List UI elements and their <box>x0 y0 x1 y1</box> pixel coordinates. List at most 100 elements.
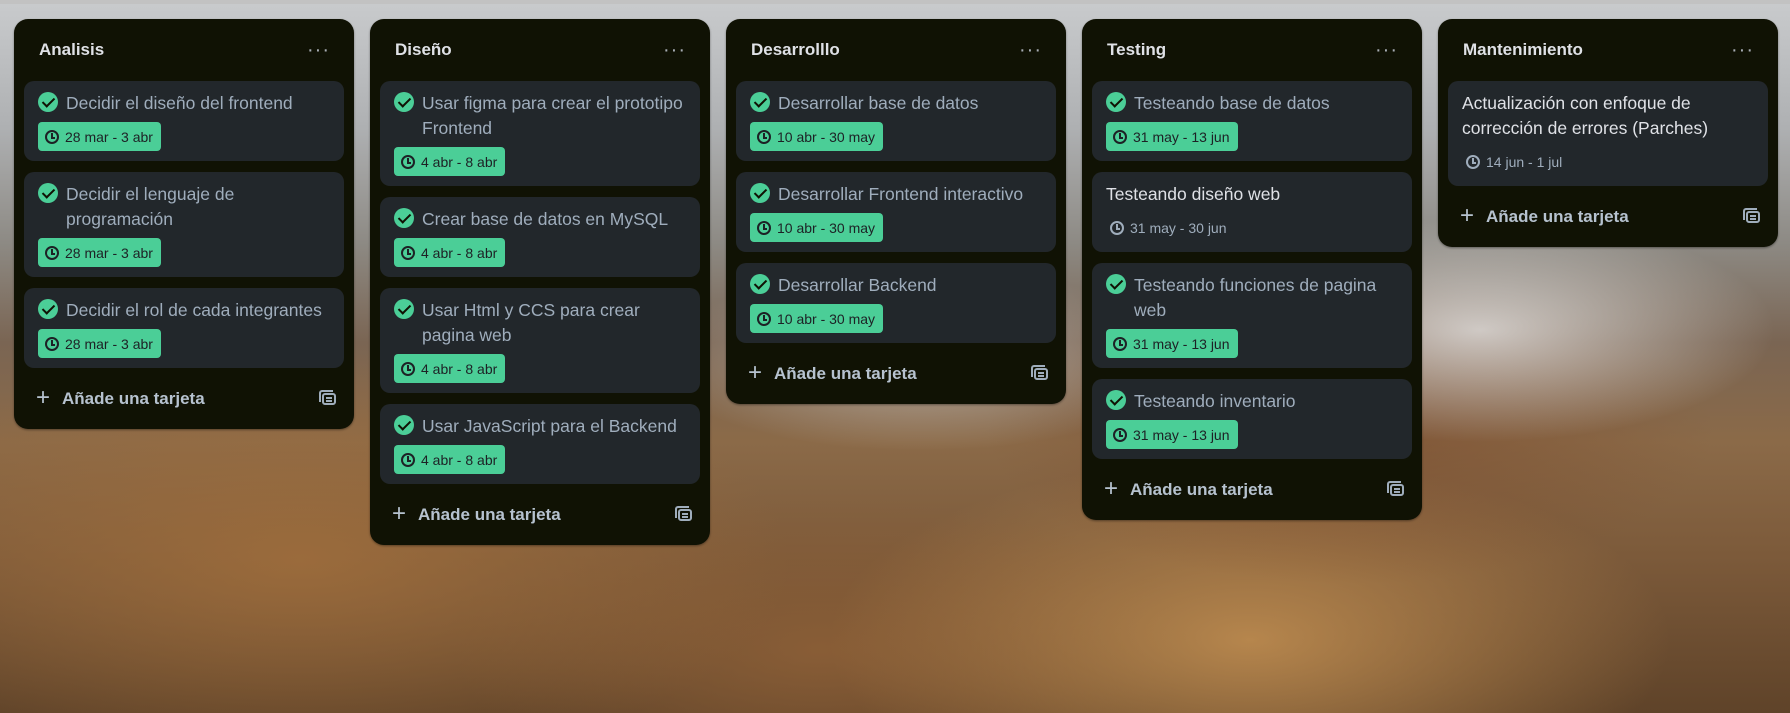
card-title-row: Testeando diseño web <box>1106 182 1398 207</box>
more-dots-icon[interactable]: ··· <box>303 38 334 62</box>
clock-icon <box>401 154 415 169</box>
card-title-row: Crear base de datos en MySQL <box>394 207 686 232</box>
due-date-badge[interactable]: 4 abr - 8 abr <box>394 147 506 176</box>
due-date-badge[interactable]: 10 abr - 30 may <box>750 304 884 333</box>
check-circle-icon[interactable] <box>38 92 58 112</box>
card[interactable]: Desarrollar Frontend interactivo 10 abr -… <box>736 172 1056 252</box>
list-title[interactable]: Analisis <box>39 40 104 60</box>
add-card-row: + Añade una tarjeta <box>380 495 700 535</box>
card-title-row: Desarrollar Backend <box>750 273 1042 298</box>
card[interactable]: Testeando inventario 31 may - 13 jun <box>1092 379 1412 459</box>
due-date-badge[interactable]: 28 mar - 3 abr <box>38 238 161 267</box>
card-title: Decidir el diseño del frontend <box>66 93 293 113</box>
card[interactable]: Usar figma para crear el prototipo Front… <box>380 81 700 186</box>
check-circle-icon[interactable] <box>1106 274 1126 294</box>
check-circle-icon[interactable] <box>750 183 770 203</box>
due-date-text: 10 abr - 30 may <box>777 219 876 236</box>
card-title-row: Decidir el lenguaje de programación <box>38 182 330 232</box>
plus-icon: + <box>1460 202 1475 229</box>
check-circle-icon[interactable] <box>38 299 58 319</box>
check-circle-icon[interactable] <box>1106 390 1126 410</box>
due-date-badge[interactable]: 10 abr - 30 may <box>750 213 884 242</box>
due-date-badge[interactable]: 28 mar - 3 abr <box>38 329 161 358</box>
card-template-icon[interactable] <box>675 506 692 521</box>
card[interactable]: Crear base de datos en MySQL 4 abr - 8 ab… <box>380 197 700 277</box>
list-column-desarrolllo: Desarrolllo ··· Desarrollar base de datos 1… <box>726 19 1066 404</box>
due-date-badge[interactable]: 10 abr - 30 may <box>750 122 884 151</box>
card-title-row: Actualización con enfoque de corrección … <box>1462 91 1754 141</box>
card[interactable]: Usar JavaScript para el Backend 4 abr - 8… <box>380 404 700 484</box>
card-title-row: Decidir el diseño del frontend <box>38 91 330 116</box>
card[interactable]: Testeando diseño web 31 may - 30 jun <box>1092 172 1412 252</box>
card-title-row: Desarrollar Frontend interactivo <box>750 182 1042 207</box>
add-card-button[interactable]: + Añade una tarjeta <box>748 361 917 385</box>
card-template-icon[interactable] <box>1743 208 1760 223</box>
add-card-button[interactable]: + Añade una tarjeta <box>392 502 561 526</box>
check-circle-icon[interactable] <box>38 183 58 203</box>
card[interactable]: Usar Html y CCS para crear pagina web 4 a… <box>380 288 700 393</box>
list-title[interactable]: Mantenimiento <box>1463 40 1583 60</box>
list-column-testing: Testing ··· Testeando base de datos 31 may … <box>1082 19 1422 520</box>
more-dots-icon[interactable]: ··· <box>659 38 690 62</box>
clock-icon <box>1113 427 1127 442</box>
due-date-text: 28 mar - 3 abr <box>65 244 153 261</box>
check-circle-icon[interactable] <box>1106 92 1126 112</box>
clock-icon <box>45 245 59 260</box>
add-card-row: + Añade una tarjeta <box>736 354 1056 394</box>
check-circle-icon[interactable] <box>750 274 770 294</box>
due-date-text: 4 abr - 8 abr <box>421 360 498 377</box>
card[interactable]: Decidir el rol de cada integrantes 28 mar… <box>24 288 344 368</box>
check-circle-icon[interactable] <box>394 299 414 319</box>
card[interactable]: Desarrollar base de datos 10 abr - 30 may <box>736 81 1056 161</box>
due-date-badge[interactable]: 4 abr - 8 abr <box>394 445 506 474</box>
card[interactable]: Desarrollar Backend 10 abr - 30 may <box>736 263 1056 343</box>
card[interactable]: Decidir el diseño del frontend 28 mar - 3… <box>24 81 344 161</box>
more-dots-icon[interactable]: ··· <box>1371 38 1402 62</box>
add-card-label: Añade una tarjeta <box>1486 207 1629 226</box>
more-dots-icon[interactable]: ··· <box>1015 38 1046 62</box>
add-card-button[interactable]: + Añade una tarjeta <box>1460 202 1629 229</box>
due-date-badge[interactable]: 28 mar - 3 abr <box>38 122 161 151</box>
due-date-badge[interactable]: 31 may - 13 jun <box>1106 122 1238 151</box>
card-template-icon[interactable] <box>1031 365 1048 380</box>
add-card-button[interactable]: + Añade una tarjeta <box>1104 477 1273 501</box>
card-title-row: Desarrollar base de datos <box>750 91 1042 116</box>
add-card-button[interactable]: + Añade una tarjeta <box>36 386 205 410</box>
due-date-badge[interactable]: 31 may - 13 jun <box>1106 420 1238 449</box>
due-date-badge[interactable]: 14 jun - 1 jul <box>1462 147 1570 176</box>
add-card-label: Añade una tarjeta <box>774 364 917 383</box>
card[interactable]: Testeando base de datos 31 may - 13 jun <box>1092 81 1412 161</box>
list-title[interactable]: Diseño <box>395 40 452 60</box>
card[interactable]: Actualización con enfoque de corrección … <box>1448 81 1768 186</box>
add-card-label: Añade una tarjeta <box>62 389 205 408</box>
add-card-label: Añade una tarjeta <box>1130 480 1273 499</box>
card-template-icon[interactable] <box>1387 481 1404 496</box>
check-circle-icon[interactable] <box>394 415 414 435</box>
clock-icon <box>757 220 771 235</box>
due-date-badge[interactable]: 4 abr - 8 abr <box>394 354 506 383</box>
card[interactable]: Testeando funciones de pagina web 31 may … <box>1092 263 1412 368</box>
clock-icon <box>1466 154 1480 169</box>
clock-icon <box>401 361 415 376</box>
clock-icon <box>1113 336 1127 351</box>
due-date-text: 10 abr - 30 may <box>777 310 876 327</box>
list-title[interactable]: Desarrolllo <box>751 40 840 60</box>
list-header: Mantenimiento ··· <box>1448 19 1768 81</box>
due-date-badge[interactable]: 31 may - 30 jun <box>1106 213 1235 242</box>
due-date-badge[interactable]: 4 abr - 8 abr <box>394 238 506 267</box>
due-date-text: 10 abr - 30 may <box>777 128 876 145</box>
due-date-badge[interactable]: 31 may - 13 jun <box>1106 329 1238 358</box>
due-date-text: 28 mar - 3 abr <box>65 335 153 352</box>
card-title: Decidir el rol de cada integrantes <box>66 300 322 320</box>
clock-icon <box>45 336 59 351</box>
check-circle-icon[interactable] <box>750 92 770 112</box>
list-header: Desarrolllo ··· <box>736 19 1056 81</box>
more-dots-icon[interactable]: ··· <box>1727 38 1758 62</box>
card-template-icon[interactable] <box>319 390 336 405</box>
card[interactable]: Decidir el lenguaje de programación 28 ma… <box>24 172 344 277</box>
list-title[interactable]: Testing <box>1107 40 1166 60</box>
card-title-row: Usar figma para crear el prototipo Front… <box>394 91 686 141</box>
due-date-text: 31 may - 13 jun <box>1133 128 1230 145</box>
check-circle-icon[interactable] <box>394 208 414 228</box>
check-circle-icon[interactable] <box>394 92 414 112</box>
